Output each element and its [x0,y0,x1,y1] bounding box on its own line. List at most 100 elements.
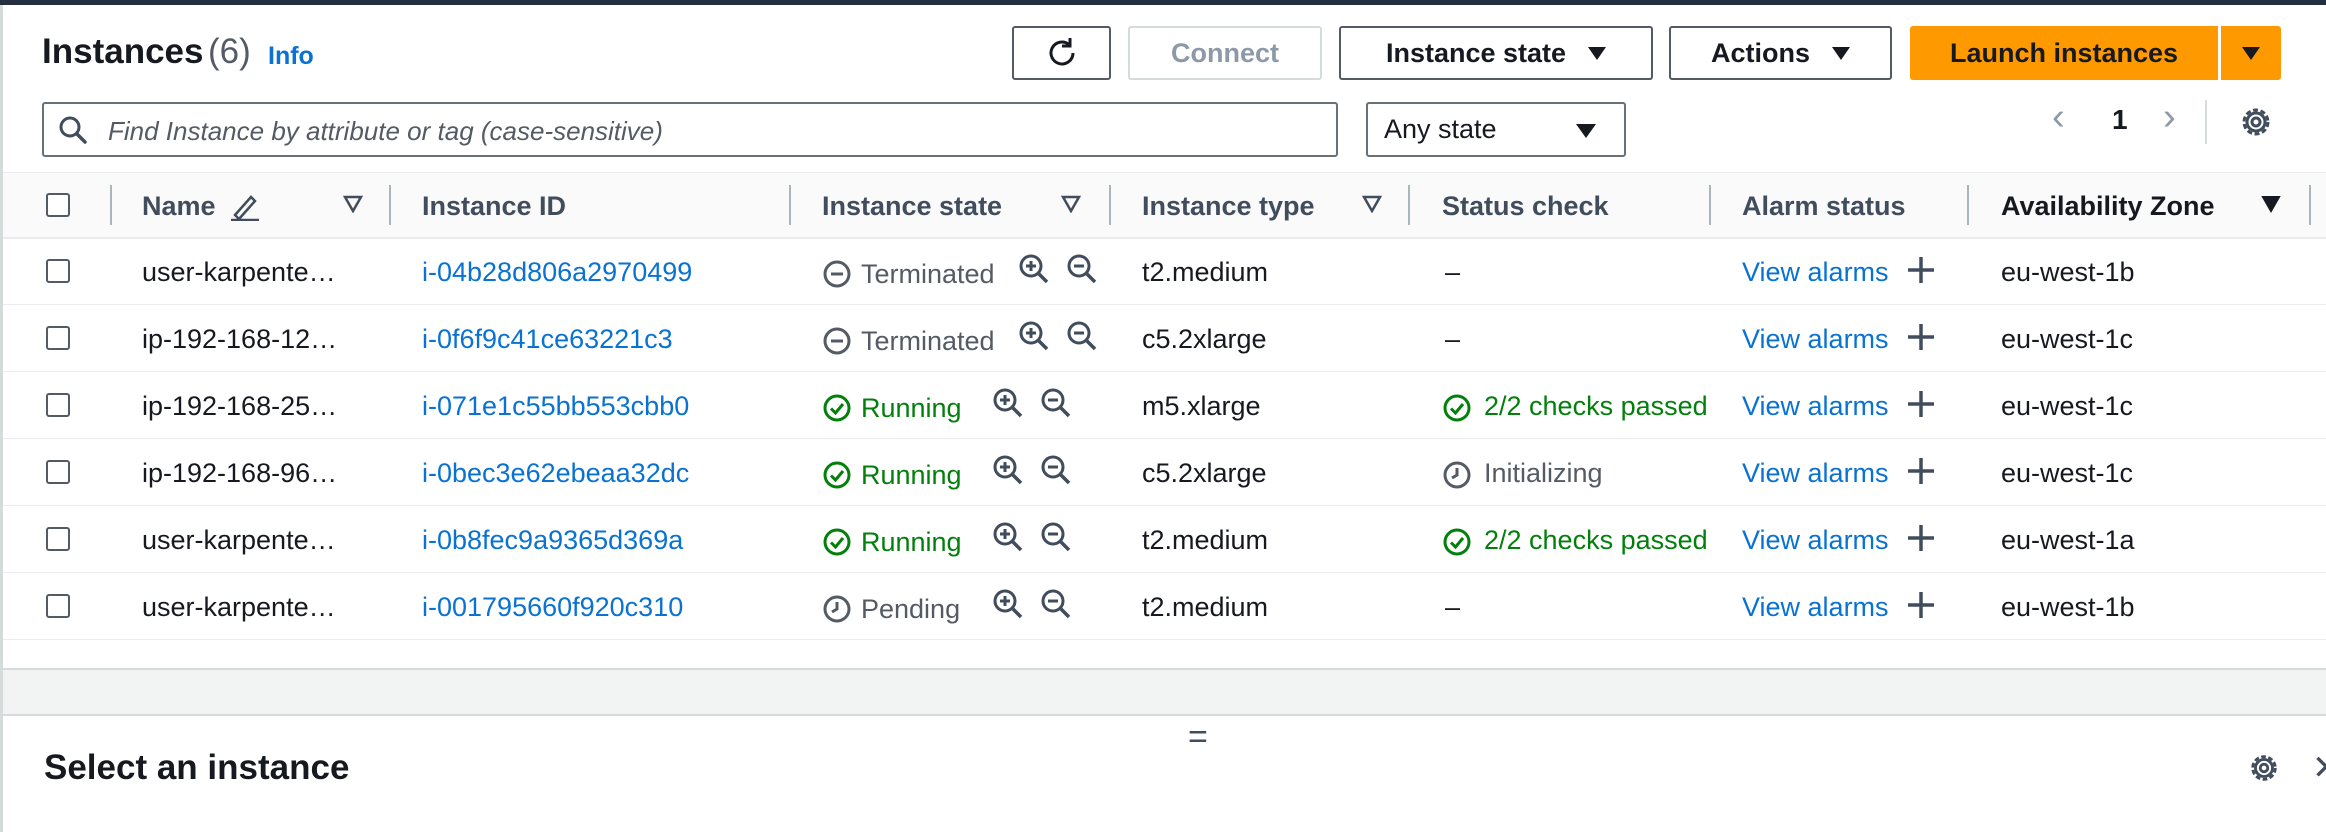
instance-name: ip-192-168-96… [142,458,338,488]
status-check-value: – [1445,257,1461,287]
instance-state-value: Terminated [861,259,995,289]
row-checkbox[interactable] [46,527,70,551]
row-checkbox[interactable] [46,460,70,484]
column-divider [110,185,112,225]
zoom-out-icon[interactable] [1040,521,1072,553]
sort-icon[interactable] [343,195,363,213]
availability-zone-value: eu-west-1c [2001,391,2134,421]
status-check-value: 2/2 checks passed [1484,391,1708,421]
actions-dropdown[interactable]: Actions [1669,26,1892,80]
plus-icon[interactable] [1906,322,1936,352]
check-circle-icon [823,461,851,489]
status-check-value: – [1445,324,1461,354]
availability-zone-value: eu-west-1a [2001,525,2135,555]
sort-icon[interactable] [1061,195,1081,213]
info-link[interactable]: Info [268,42,314,71]
caret-down-icon [2242,46,2260,60]
table-row[interactable]: ip-192-168-12… i-0f6f9c41ce63221c3 Termina… [3,304,2326,372]
row-checkbox[interactable] [46,326,70,350]
column-header-instance-type[interactable]: Instance type [1142,191,1315,222]
actions-label: Actions [1710,37,1810,68]
instance-id-link[interactable]: i-0bec3e62ebeaa32dc [422,458,689,489]
table-row[interactable]: user-karpente… i-0b8fec9a9365d369a Running… [3,505,2326,573]
next-page-button[interactable]: › [2163,96,2176,139]
plus-icon[interactable] [1906,389,1936,419]
drag-handle-icon[interactable]: = [1188,718,1208,757]
instance-id-link[interactable]: i-001795660f920c310 [422,592,683,623]
availability-zone-value: eu-west-1b [2001,257,2135,287]
refresh-button[interactable] [1012,26,1111,80]
column-header-availability-zone[interactable]: Availability Zone [2001,191,2215,222]
instance-id-link[interactable]: i-04b28d806a2970499 [422,257,692,288]
plus-icon[interactable] [1906,590,1936,620]
column-divider [389,185,391,225]
select-all-checkbox[interactable] [46,193,70,217]
split-panel-divider[interactable] [3,668,2326,716]
row-checkbox[interactable] [46,393,70,417]
instance-state-value: Running [861,460,962,490]
zoom-out-icon[interactable] [1066,320,1098,352]
view-alarms-link[interactable]: View alarms [1742,391,1889,422]
zoom-in-icon[interactable] [992,454,1024,486]
row-checkbox[interactable] [46,259,70,283]
view-alarms-link[interactable]: View alarms [1742,257,1889,288]
plus-icon[interactable] [1906,456,1936,486]
zoom-out-icon[interactable] [1040,454,1072,486]
launch-instances-button[interactable]: Launch instances [1910,26,2218,80]
zoom-in-icon[interactable] [1018,320,1050,352]
search-input[interactable] [106,110,1320,152]
current-page[interactable]: 1 [2112,104,2128,136]
zoom-out-icon[interactable] [1040,387,1072,419]
view-alarms-link[interactable]: View alarms [1742,525,1889,556]
status-check-value: – [1445,592,1461,622]
connect-button[interactable]: Connect [1128,26,1322,80]
zoom-in-icon[interactable] [992,588,1024,620]
instance-name: ip-192-168-12… [142,324,338,354]
zoom-out-icon[interactable] [1040,588,1072,620]
table-header: Name Instance ID Instance state Instance… [3,172,2326,239]
close-icon[interactable]: ✕ [2312,748,2326,788]
availability-zone-value: eu-west-1c [2001,458,2134,488]
table-row[interactable]: user-karpente… i-04b28d806a2970499 Termina… [3,237,2326,305]
status-check-value: 2/2 checks passed [1484,525,1708,555]
gear-icon[interactable] [2238,104,2274,140]
view-alarms-link[interactable]: View alarms [1742,458,1889,489]
row-checkbox[interactable] [46,594,70,618]
table-row[interactable]: user-karpente… i-001795660f920c310 Pending… [3,572,2326,640]
column-header-alarm-status[interactable]: Alarm status [1742,191,1906,222]
instance-id-link[interactable]: i-0b8fec9a9365d369a [422,525,683,556]
column-header-name[interactable]: Name [142,191,216,222]
zoom-in-icon[interactable] [1018,253,1050,285]
launch-options-button[interactable] [2221,26,2281,80]
view-alarms-link[interactable]: View alarms [1742,592,1889,623]
instance-name: user-karpente… [142,257,336,287]
column-header-status-check[interactable]: Status check [1442,191,1609,222]
state-filter-value: Any state [1384,114,1497,144]
minus-circle-icon [823,327,851,355]
search-box[interactable] [42,102,1338,157]
plus-icon[interactable] [1906,255,1936,285]
plus-icon[interactable] [1906,523,1936,553]
sort-desc-icon[interactable] [2261,195,2281,213]
zoom-out-icon[interactable] [1066,253,1098,285]
instance-id-link[interactable]: i-0f6f9c41ce63221c3 [422,324,673,355]
clock-icon [823,595,851,623]
zoom-in-icon[interactable] [992,387,1024,419]
column-header-instance-id[interactable]: Instance ID [422,191,566,222]
instance-type-value: c5.2xlarge [1142,324,1267,354]
sort-icon[interactable] [1362,195,1382,213]
minus-circle-icon [823,260,851,288]
column-divider [1709,185,1711,225]
instance-id-link[interactable]: i-071e1c55bb553cbb0 [422,391,689,422]
instance-state-value: Running [861,527,962,557]
instance-state-dropdown[interactable]: Instance state [1339,26,1653,80]
zoom-in-icon[interactable] [992,521,1024,553]
table-row[interactable]: ip-192-168-96… i-0bec3e62ebeaa32dc Running… [3,438,2326,506]
previous-page-button[interactable]: ‹ [2052,96,2065,139]
gear-icon[interactable] [2247,751,2281,785]
view-alarms-link[interactable]: View alarms [1742,324,1889,355]
column-header-instance-state[interactable]: Instance state [822,191,1002,222]
state-filter-select[interactable]: Any state [1366,102,1626,157]
instance-state-value: Pending [861,594,961,624]
table-row[interactable]: ip-192-168-25… i-071e1c55bb553cbb0 Running… [3,371,2326,439]
